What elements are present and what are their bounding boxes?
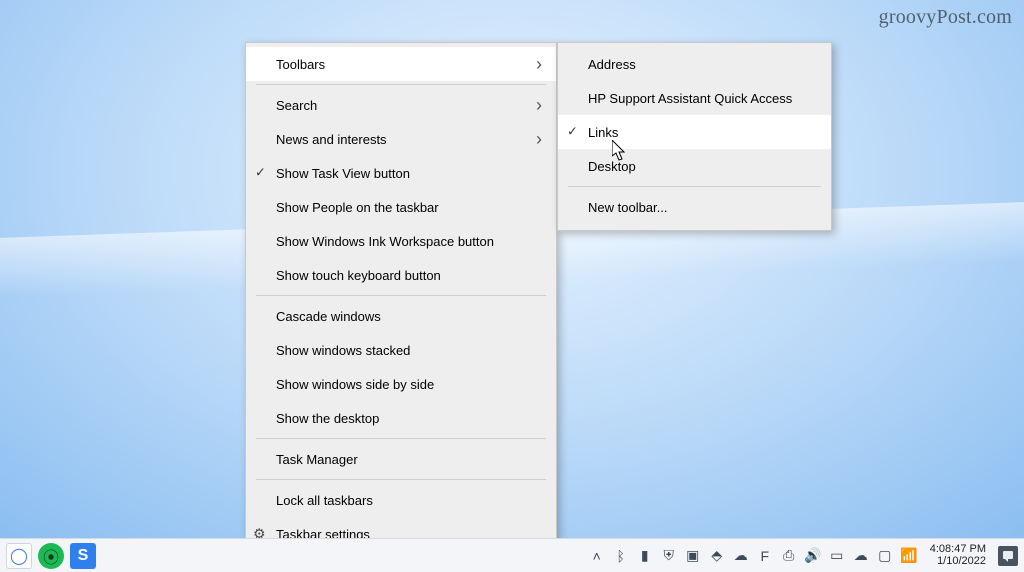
desktop: groovyPost.com Toolbars›Search›News and …: [0, 0, 1024, 572]
display-icon[interactable]: ▭: [828, 547, 846, 565]
menu-item-search[interactable]: Search›: [246, 88, 556, 122]
menu-item-label: Search: [276, 98, 526, 113]
taskbar-app-signal[interactable]: ◯: [6, 543, 32, 569]
taskbar-app-spotify[interactable]: ⦿: [38, 543, 64, 569]
menu-item-news-and-interests[interactable]: News and interests›: [246, 122, 556, 156]
chevron-up-icon[interactable]: ˄: [588, 547, 606, 565]
action-center-icon[interactable]: [998, 546, 1018, 566]
snagit-icon: S: [78, 547, 89, 565]
spotify-icon: ⦿: [43, 544, 59, 568]
menu-item-task-manager[interactable]: Task Manager: [246, 442, 556, 476]
menu-item-label: Toolbars: [276, 57, 526, 72]
menu-item-label: Cascade windows: [276, 309, 542, 324]
menu-separator: [256, 84, 546, 85]
security-icon[interactable]: ⛨: [660, 547, 678, 565]
f-square-icon[interactable]: F: [756, 547, 774, 565]
menu-item-label: HP Support Assistant Quick Access: [588, 91, 817, 106]
menu-item-address[interactable]: Address: [558, 47, 831, 81]
bluetooth-icon[interactable]: ᛒ: [612, 547, 630, 565]
menu-item-label: Show People on the taskbar: [276, 200, 542, 215]
menu-item-label: Show windows stacked: [276, 343, 542, 358]
site-watermark: groovyPost.com: [879, 6, 1012, 29]
menu-item-show-the-desktop[interactable]: Show the desktop: [246, 401, 556, 435]
menu-item-label: Address: [588, 57, 817, 72]
menu-item-label: New toolbar...: [588, 200, 817, 215]
system-tray: ˄ ᛒ ▮ ⛨ ▣ ⬘ ☁ F ⎙ 🔊 ▭ ☁ ▢ 📶 4:08:47 PM1/10/2022: [588, 544, 1018, 567]
toolbars-submenu[interactable]: Address HP Support Assistant Quick Access…: [557, 42, 832, 231]
menu-item-label: News and interests: [276, 132, 526, 147]
speaker-icon[interactable]: 🔊: [804, 547, 822, 565]
taskbar[interactable]: ◯ ⦿ S ˄ ᛒ ▮ ⛨ ▣ ⬘ ☁ F ⎙ 🔊 ▭ ☁ ▢ 📶 4:08:47 PM1/10/2022: [0, 538, 1024, 572]
menu-item-label: Show touch keyboard button: [276, 268, 542, 283]
menu-item-cascade-windows[interactable]: Cascade windows: [246, 299, 556, 333]
menu-item-new-toolbar[interactable]: New toolbar...: [558, 190, 831, 224]
taskbar-pinned-apps: ◯ ⦿ S: [6, 543, 96, 569]
menu-item-lock-all-taskbars[interactable]: Lock all taskbars: [246, 483, 556, 517]
printer-icon[interactable]: ⎙: [780, 547, 798, 565]
weather-cloud-icon[interactable]: ☁: [852, 547, 870, 565]
menu-item-label: Show windows side by side: [276, 377, 542, 392]
taskbar-app-snagit[interactable]: S: [70, 543, 96, 569]
menu-item-show-people-on-the-taskbar[interactable]: Show People on the taskbar: [246, 190, 556, 224]
signal-icon: ◯: [10, 546, 28, 566]
menu-separator: [256, 295, 546, 296]
menu-item-label: Show the desktop: [276, 411, 542, 426]
menu-item-label: Links: [588, 125, 817, 140]
wifi-icon[interactable]: 📶: [900, 547, 918, 565]
menu-item-label: Show Windows Ink Workspace button: [276, 234, 542, 249]
cloud-sync-icon[interactable]: ☁: [732, 547, 750, 565]
menu-item-label: Task Manager: [276, 452, 542, 467]
menu-separator: [256, 479, 546, 480]
check-icon: ✓: [567, 124, 578, 140]
battery-icon[interactable]: ▮: [636, 547, 654, 565]
chevron-right-icon: ›: [526, 129, 542, 150]
menu-separator: [568, 186, 821, 187]
menu-item-toolbars[interactable]: Toolbars›: [246, 47, 556, 81]
menu-item-label: Desktop: [588, 159, 817, 174]
monitors-icon[interactable]: ▣: [684, 547, 702, 565]
menu-item-desktop[interactable]: Desktop: [558, 149, 831, 183]
menu-item-show-windows-ink-workspace-button[interactable]: Show Windows Ink Workspace button: [246, 224, 556, 258]
menu-item-links[interactable]: ✓ Links: [558, 115, 831, 149]
chevron-right-icon: ›: [526, 54, 542, 75]
chevron-right-icon: ›: [526, 95, 542, 116]
menu-item-show-windows-stacked[interactable]: Show windows stacked: [246, 333, 556, 367]
monitor-small-icon[interactable]: ▢: [876, 547, 894, 565]
menu-separator: [256, 438, 546, 439]
check-icon: ✓: [255, 165, 266, 181]
menu-item-label: Lock all taskbars: [276, 493, 542, 508]
menu-item-show-touch-keyboard-button[interactable]: Show touch keyboard button: [246, 258, 556, 292]
taskbar-context-menu[interactable]: Toolbars›Search›News and interests›✓Show…: [245, 42, 557, 558]
menu-item-label: Show Task View button: [276, 166, 542, 181]
clock-time: 4:08:47 PM: [930, 544, 986, 556]
menu-item-show-task-view-button[interactable]: ✓ Show Task View button: [246, 156, 556, 190]
menu-item-show-windows-side-by-side[interactable]: Show windows side by side: [246, 367, 556, 401]
clock-date: 1/10/2022: [930, 556, 986, 568]
taskbar-clock[interactable]: 4:08:47 PM1/10/2022: [930, 544, 986, 567]
menu-item-hp-support-assistant-quick-access[interactable]: HP Support Assistant Quick Access: [558, 81, 831, 115]
dropbox-icon[interactable]: ⬘: [708, 547, 726, 565]
